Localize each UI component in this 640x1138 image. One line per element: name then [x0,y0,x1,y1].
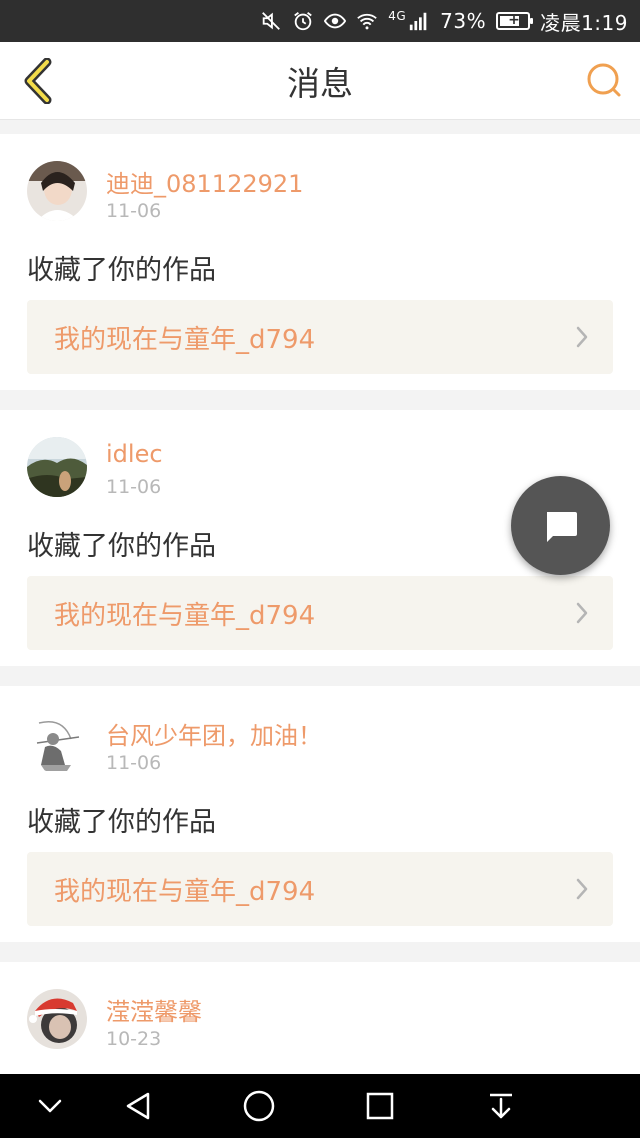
eye-icon [324,10,347,32]
nav-recents-button[interactable] [362,1088,398,1124]
status-bar: 4G 73% + 凌晨1:19 [0,0,640,42]
avatar[interactable] [27,713,87,773]
avatar[interactable] [27,161,87,221]
username[interactable]: idlec [106,440,163,468]
username[interactable]: 滢滢馨馨 [106,992,202,1027]
avatar[interactable] [27,437,87,497]
timestamp: 11-06 [106,200,162,222]
system-nav-bar [0,1074,640,1138]
work-link[interactable]: 我的现在与童年_d794 [27,852,613,926]
action-text: 收藏了你的作品 [27,807,216,838]
message-card: 滢滢馨馨 10-23 [0,962,640,1082]
chevron-right-icon [576,602,588,624]
chevron-down-icon [38,1099,62,1113]
nav-back-button[interactable] [120,1088,156,1124]
nav-notification-button[interactable] [483,1088,519,1124]
timestamp: 11-06 [106,476,162,498]
timestamp: 11-06 [106,752,162,774]
avatar-image [27,161,87,221]
username[interactable]: 迪迪_081122921 [106,164,303,199]
wifi-icon [356,10,378,32]
battery-icon: + [496,12,534,30]
clock: 凌晨1:19 [540,10,628,35]
work-title: 我的现在与童年_d794 [54,324,316,355]
work-title: 我的现在与童年_d794 [54,600,316,631]
username[interactable]: 台风少年团，加油！ [106,716,322,751]
chat-fab-button[interactable] [511,476,610,575]
page-title: 消息 [287,63,353,103]
search-icon [587,63,621,97]
chat-bubble-icon [546,511,577,542]
battery-percent: 73% [440,9,487,33]
alarm-icon [292,10,314,32]
work-link[interactable]: 我的现在与童年_d794 [27,300,613,374]
search-button[interactable] [584,60,624,100]
nav-home-button[interactable] [241,1088,277,1124]
message-card: 迪迪_081122921 11-06 收藏了你的作品 我的现在与童年_d794 [0,134,640,390]
timestamp: 10-23 [106,1028,162,1050]
action-text: 收藏了你的作品 [27,255,216,286]
mute-icon [260,10,282,32]
work-title: 我的现在与童年_d794 [54,876,316,907]
avatar[interactable] [27,989,87,1049]
avatar-image [27,989,87,1049]
nav-hide-button[interactable] [32,1088,68,1124]
chevron-right-icon [576,326,588,348]
home-circle-icon [243,1090,275,1122]
app-header: 消息 [0,42,640,120]
recents-square-icon [366,1092,394,1120]
avatar-image [27,713,87,773]
back-triangle-icon [126,1092,150,1120]
charging-icon: + [508,12,520,28]
pull-down-icon [490,1093,512,1119]
message-card: 台风少年团，加油！ 11-06 收藏了你的作品 我的现在与童年_d794 [0,686,640,942]
avatar-image [27,437,87,497]
work-link[interactable]: 我的现在与童年_d794 [27,576,613,650]
action-text: 收藏了你的作品 [27,531,216,562]
chevron-right-icon [576,878,588,900]
signal-icon [408,10,430,32]
network-type: 4G [388,9,407,23]
